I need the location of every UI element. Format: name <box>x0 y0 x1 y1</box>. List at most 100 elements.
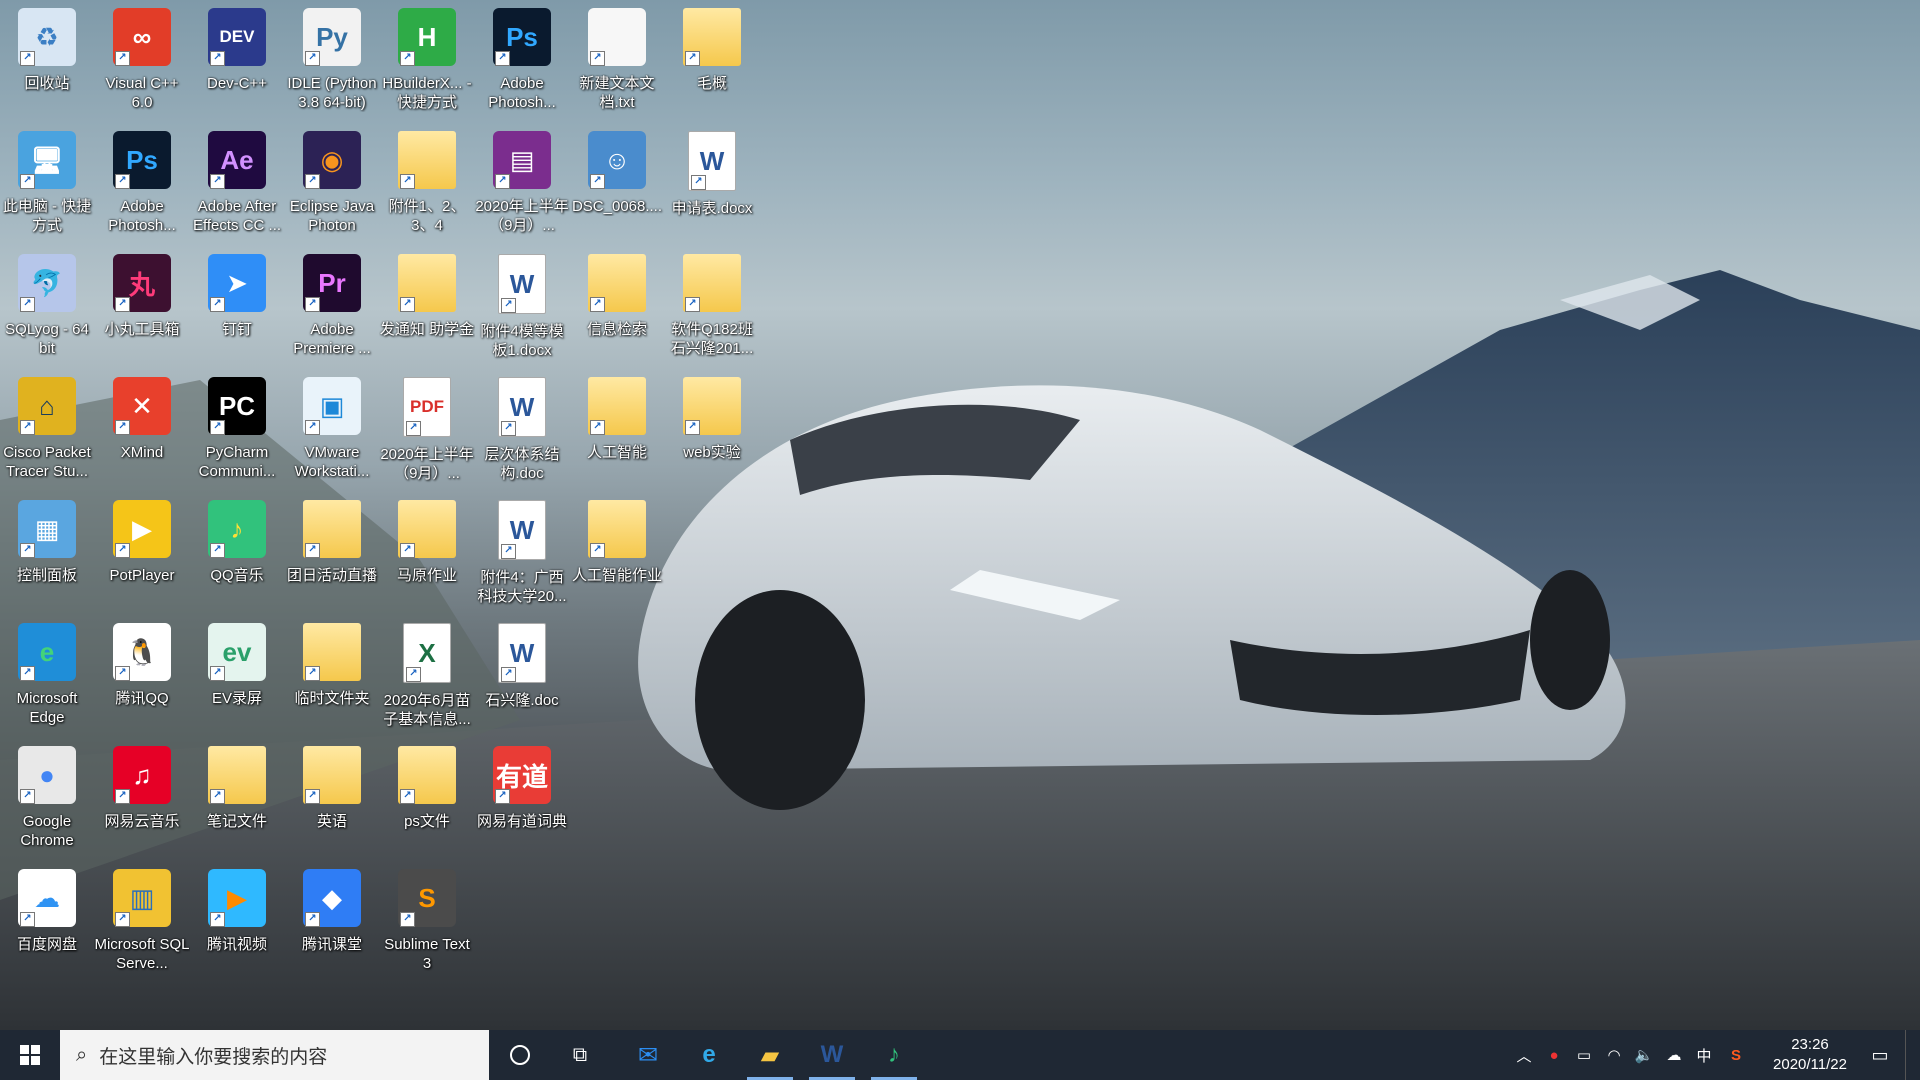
desktop-icon[interactable]: Ps ↗ Adobe Photosh... <box>96 123 188 241</box>
text-file-icon: ↗ <box>588 8 646 66</box>
desktop-icon[interactable]: H ↗ HBuilderX... - 快捷方式 <box>381 0 473 118</box>
desktop-icon-label: 控制面板 <box>16 567 77 584</box>
desktop-icon[interactable]: 🐧 ↗ 腾讯QQ <box>96 615 188 733</box>
desktop-icon[interactable]: ▤ ↗ 2020年上半年（9月）... <box>475 123 569 241</box>
wifi-icon[interactable]: ◠ <box>1600 1030 1628 1080</box>
desktop-icon-label: 英语 <box>316 813 347 830</box>
desktop-icon[interactable]: ↗ 发通知 助学金 <box>380 246 474 364</box>
ime-indicator[interactable]: 中 <box>1690 1030 1718 1080</box>
onedrive-icon[interactable]: ☁ <box>1660 1030 1688 1080</box>
pdf-icon: PDF ↗ <box>403 377 451 437</box>
shortcut-arrow-icon: ↗ <box>115 789 130 804</box>
action-center-button[interactable]: ▭ <box>1862 1030 1898 1080</box>
taskbar-app-edge[interactable]: e <box>680 1030 738 1080</box>
desktop-icon[interactable]: ▶ ↗ PotPlayer <box>96 492 188 610</box>
desktop-icon-label: Visual C++ 6.0 <box>105 75 179 111</box>
desktop-icon[interactable]: ◆ ↗ 腾讯课堂 <box>286 861 378 979</box>
desktop-icon[interactable]: ↗ ps文件 <box>381 738 473 856</box>
shortcut-arrow-icon: ↗ <box>115 912 130 927</box>
taskbar-app-mail[interactable]: ✉ <box>619 1030 677 1080</box>
taskbar-app-file-explorer[interactable]: ▰ <box>741 1030 799 1080</box>
desktop-icon[interactable]: W ↗ 附件4：广西科技大学20... <box>476 492 568 610</box>
volume-icon[interactable]: 🔈 <box>1630 1030 1658 1080</box>
desktop-icon[interactable]: ↗ 附件1、2、3、4 <box>381 123 473 241</box>
clock-date: 2020/11/22 <box>1773 1056 1847 1073</box>
desktop-icon[interactable]: ev ↗ EV录屏 <box>191 615 283 733</box>
desktop-icon[interactable]: ♫ ↗ 网易云音乐 <box>96 738 188 856</box>
desktop-icon[interactable]: PC ↗ PyCharm Communi... <box>191 369 283 487</box>
desktop-icon[interactable]: ▥ ↗ Microsoft SQL Serve... <box>94 861 190 979</box>
shortcut-arrow-icon: ↗ <box>501 667 516 682</box>
desktop-icon[interactable]: ☺ ↗ DSC_0068.... <box>571 123 663 241</box>
taskbar-app-qq-music[interactable]: ♪ <box>865 1030 923 1080</box>
show-desktop-button[interactable] <box>1905 1030 1920 1080</box>
start-button[interactable] <box>0 1030 60 1080</box>
taskbar-search-box[interactable]: ⌕ 在这里输入你要搜索的内容 <box>60 1030 489 1080</box>
desktop-icon[interactable]: ↗ 信息检索 <box>571 246 663 364</box>
desktop-icon[interactable]: 丸 ↗ 小丸工具箱 <box>96 246 188 364</box>
desktop-icon[interactable]: W ↗ 石兴隆.doc <box>476 615 568 733</box>
desktop-icon[interactable]: ➤ ↗ 钉钉 <box>191 246 283 364</box>
winrar-icon: ▤ ↗ <box>493 131 551 189</box>
desktop-icon-label: 石兴隆.doc <box>485 692 559 709</box>
eclipse-icon: ◉ ↗ <box>303 131 361 189</box>
desktop-icon[interactable]: W ↗ 层次体系结构.doc <box>476 369 568 487</box>
desktop-icon[interactable]: ↗ 笔记文件 <box>191 738 283 856</box>
desktop-icon[interactable]: e ↗ Microsoft Edge <box>1 615 93 733</box>
desktop-icon[interactable]: Ps ↗ Adobe Photosh... <box>476 0 568 118</box>
sogou-ime-icon[interactable]: S <box>1722 1030 1750 1080</box>
folder-icon: ↗ <box>208 746 266 804</box>
desktop-icon[interactable]: 🖥 ↗ 此电脑 - 快捷方式 <box>1 123 93 241</box>
shortcut-arrow-icon: ↗ <box>115 51 130 66</box>
desktop-icon[interactable]: ↗ 团日活动直播 <box>286 492 378 610</box>
battery-icon[interactable]: ▭ <box>1570 1030 1598 1080</box>
desktop-icon[interactable]: ⌂ ↗ Cisco Packet Tracer Stu... <box>1 369 93 487</box>
shortcut-arrow-icon: ↗ <box>20 543 35 558</box>
desktop-icon[interactable]: Py ↗ IDLE (Python 3.8 64-bit) <box>286 0 378 118</box>
desktop-icon[interactable]: W ↗ 附件4模等模板1.docx <box>476 246 568 364</box>
desktop-icon[interactable]: ◉ ↗ Eclipse Java Photon <box>286 123 378 241</box>
desktop-icon[interactable]: ↗ 毛概 <box>666 0 758 118</box>
clock[interactable]: 23:26 2020/11/22 <box>1760 1030 1860 1080</box>
desktop-icon[interactable]: ▶ ↗ 腾讯视频 <box>191 861 283 979</box>
desktop-icon[interactable]: X ↗ 2020年6月苗子基本信息... <box>381 615 473 733</box>
desktop-icon[interactable]: ✕ ↗ XMind <box>96 369 188 487</box>
desktop-icon-label: 附件1、2、3、4 <box>388 198 466 234</box>
desktop-icon[interactable]: ▦ ↗ 控制面板 <box>1 492 93 610</box>
task-view-button[interactable]: ⧉ <box>555 1030 605 1080</box>
desktop-icon[interactable]: PDF ↗ 2020年上半年（9月）... <box>380 369 474 487</box>
desktop-icon[interactable]: ↗ 英语 <box>286 738 378 856</box>
taskbar: ⌕ 在这里输入你要搜索的内容 ⧉ ✉ e ▰ W ♪ ︿ ● ▭ ◠ 🔈 ☁ 中 S 2… <box>0 1030 1920 1080</box>
desktop-icon[interactable]: ↗ 人工智能作业 <box>571 492 663 610</box>
taskbar-app-word[interactable]: W <box>803 1030 861 1080</box>
desktop-icon[interactable]: DEV ↗ Dev-C++ <box>191 0 283 118</box>
desktop-icon[interactable]: Ae ↗ Adobe After Effects CC ... <box>191 123 283 241</box>
desktop-icon[interactable]: 有道 ↗ 网易有道词典 <box>476 738 568 856</box>
desktop-icon[interactable]: W ↗ 申请表.docx <box>666 123 758 241</box>
desktop-icon[interactable]: ↗ 马原作业 <box>381 492 473 610</box>
desktop-icon[interactable]: ● ↗ Google Chrome <box>1 738 93 856</box>
notification-icon: ▭ <box>1871 1044 1889 1065</box>
desktop-icon[interactable]: 🐬 ↗ SQLyog - 64 bit <box>1 246 93 364</box>
qq-tray-icon[interactable]: ● <box>1540 1030 1568 1080</box>
desktop-icon[interactable]: ♻ ↗ 回收站 <box>1 0 93 118</box>
desktop-icon-label: 人工智能作业 <box>571 567 662 584</box>
desktop-icon-label: 马原作业 <box>396 567 457 584</box>
desktop-icon[interactable]: ♪ ↗ QQ音乐 <box>191 492 283 610</box>
desktop-icon[interactable]: ↗ 临时文件夹 <box>286 615 378 733</box>
show-hidden-icons-button[interactable]: ︿ <box>1510 1030 1538 1080</box>
desktop-icon-label: Eclipse Java Photon <box>289 198 375 234</box>
desktop-icon[interactable]: S ↗ Sublime Text 3 <box>381 861 473 979</box>
desktop-icon[interactable]: ☁ ↗ 百度网盘 <box>1 861 93 979</box>
python-idle-icon: Py ↗ <box>303 8 361 66</box>
desktop-icon[interactable]: Pr ↗ Adobe Premiere ... <box>286 246 378 364</box>
desktop-icon[interactable]: ↗ 软件Q182班石兴隆201... <box>666 246 758 364</box>
desktop-icon[interactable]: ▣ ↗ VMware Workstati... <box>286 369 378 487</box>
desktop-icon[interactable]: ↗ 人工智能 <box>571 369 663 487</box>
desktop-icon[interactable]: ∞ ↗ Visual C++ 6.0 <box>96 0 188 118</box>
desktop-icon[interactable]: ↗ 新建文本文档.txt <box>571 0 663 118</box>
cortana-button[interactable] <box>495 1030 545 1080</box>
excel-icon: X ↗ <box>403 623 451 683</box>
desktop-icon[interactable]: ↗ web实验 <box>666 369 758 487</box>
desktop-icon-label: 2020年6月苗子基本信息... <box>383 692 471 728</box>
